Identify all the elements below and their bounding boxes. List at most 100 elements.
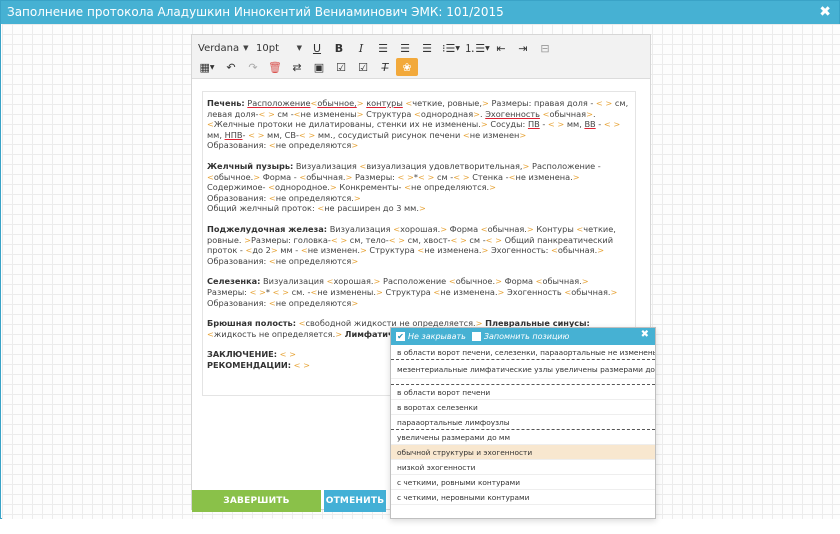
- align-left-icon[interactable]: ☰: [372, 39, 394, 57]
- spleen-title: Селезенка:: [207, 276, 261, 287]
- field[interactable]: не определяются: [276, 140, 352, 150]
- text: *: [265, 286, 271, 297]
- field[interactable]: обычное.: [214, 172, 253, 182]
- finish-button[interactable]: ЗАВЕРШИТЬ ЗАПОЛНЕНИЕ: [192, 490, 321, 528]
- field[interactable]: не изменен.: [308, 245, 360, 255]
- align-right-icon[interactable]: ☰: [416, 39, 438, 57]
- text: Форма: [504, 276, 534, 287]
- field[interactable]: не изменена.: [424, 245, 481, 255]
- image-icon[interactable]: ▣: [308, 58, 330, 76]
- text: не дилатированы, стенки их не изменены.: [295, 119, 481, 130]
- field[interactable]: обычное,: [317, 98, 356, 108]
- toolbar-row-1: Verdana ▼ 10pt ▼ U B I ☰ ☰ ☰ ⁝☰ ▼ ⒈☰ ▼ ⇤ ⇥ ⊟: [194, 38, 556, 58]
- gb-title: Желчный пузырь:: [207, 160, 294, 171]
- close-icon[interactable]: ✖: [641, 329, 649, 340]
- editor-toolbar: Verdana ▼ 10pt ▼ U B I ☰ ☰ ☰ ⁝☰ ▼ ⒈☰ ▼ ⇤ ⇥ ⊟…: [192, 35, 650, 79]
- outdent-icon[interactable]: ⇤: [490, 39, 512, 57]
- text: Расположение: [383, 276, 447, 287]
- text: Конкременты-: [339, 182, 402, 193]
- text: мм: [280, 245, 293, 256]
- text: Структура: [366, 108, 412, 119]
- align-center-icon[interactable]: ☰: [394, 39, 416, 57]
- field[interactable]: обычная.: [488, 224, 527, 234]
- liver-title: Печень:: [207, 98, 245, 108]
- text: Форма: [449, 223, 479, 234]
- text: Желчные протоки: [213, 119, 293, 130]
- list-item[interactable]: с четкими, ровными контурами: [391, 475, 655, 490]
- field[interactable]: хорошая.: [333, 276, 373, 286]
- field[interactable]: обычное.: [456, 276, 495, 286]
- checkbox-icon-2[interactable]: ☑: [352, 58, 374, 76]
- field[interactable]: визуализация удовлетворительная,: [366, 161, 522, 171]
- text: Размеры:: [354, 171, 395, 182]
- field[interactable]: хорошая.: [400, 224, 440, 234]
- delete-icon[interactable]: 🗑: [264, 58, 286, 76]
- undo-icon[interactable]: ↶: [220, 58, 242, 76]
- popup-header: ✔ Не закрывать Запомнить позицию ✖: [391, 328, 655, 345]
- bullet-list-icon[interactable]: ⁝☰ ▼: [438, 39, 464, 57]
- list-item[interactable]: парааортальные лимфоузлы: [391, 415, 655, 430]
- field[interactable]: определяется.: [272, 329, 335, 339]
- text: доля-: [234, 108, 259, 119]
- field[interactable]: обычная.: [306, 172, 345, 182]
- field[interactable]: жидкость не: [214, 329, 269, 339]
- toolbar-row-2: ▦ ▼ ↶ ↷ 🗑 ⇄ ▣ ☑ ☑ T̶ ❀: [194, 57, 418, 77]
- field[interactable]: обычная.: [543, 276, 582, 286]
- list-item[interactable]: в области ворот печени: [391, 385, 655, 400]
- underline-icon[interactable]: U: [306, 39, 328, 57]
- field[interactable]: однородное.: [275, 182, 330, 192]
- list-item[interactable]: увеличены размерами до мм: [391, 430, 655, 445]
- close-icon[interactable]: ✖: [819, 1, 831, 24]
- bold-icon[interactable]: B: [328, 39, 350, 57]
- list-item[interactable]: обычной структуры и эхогенности: [391, 445, 655, 460]
- list-item[interactable]: с четкими, неровными контурами: [391, 490, 655, 505]
- text: Содержимое-: [207, 182, 266, 193]
- remember-position-checkbox[interactable]: [471, 332, 481, 341]
- redo-icon[interactable]: ↷: [242, 58, 264, 76]
- field[interactable]: до 2: [252, 245, 270, 255]
- pancreas-section: Поджелудочная железа: Визуализация <хоро…: [207, 223, 616, 256]
- indent-icon[interactable]: ⇥: [512, 39, 534, 57]
- pancreas-title: Поджелудочная железа:: [207, 223, 328, 234]
- keep-open-checkbox[interactable]: ✔: [396, 332, 405, 341]
- template-icon[interactable]: ❀: [396, 58, 418, 76]
- field[interactable]: не изменены.: [317, 287, 376, 297]
- text: Структура: [385, 286, 431, 297]
- list-item[interactable]: низкой эхогенности: [391, 460, 655, 475]
- field[interactable]: не изменены: [301, 109, 357, 119]
- field[interactable]: обычная: [549, 109, 586, 119]
- chevron-down-icon: ▼: [296, 44, 302, 52]
- text: Эхогенность:: [490, 245, 549, 256]
- field[interactable]: обычная.: [558, 245, 597, 255]
- font-size-select[interactable]: 10pt ▼: [252, 39, 306, 57]
- list-item[interactable]: в воротах селезенки: [391, 400, 655, 415]
- text: Стенка -: [472, 171, 509, 182]
- text: см -: [469, 234, 486, 245]
- checkbox-icon[interactable]: ☑: [330, 58, 352, 76]
- field[interactable]: четкие, ровные,: [412, 98, 482, 108]
- font-family-select[interactable]: Verdana ▼: [194, 39, 252, 57]
- list-item[interactable]: мезентериальные лимфатические узлы увели…: [391, 360, 655, 379]
- text: мм, СВ-: [267, 129, 299, 140]
- field[interactable]: не определяются.: [411, 182, 489, 192]
- field[interactable]: не изменен: [470, 130, 520, 140]
- table-icon[interactable]: ▦ ▼: [194, 58, 220, 76]
- field[interactable]: однородная: [421, 109, 473, 119]
- italic-icon[interactable]: I: [350, 39, 372, 57]
- field[interactable]: не определяются: [276, 256, 352, 266]
- text: Образования:: [207, 297, 267, 308]
- cancel-button[interactable]: ОТМЕНИТЬ: [324, 490, 386, 512]
- font-size-value: 10pt: [256, 42, 279, 54]
- field[interactable]: не расширен до 3 мм.: [324, 203, 419, 213]
- field[interactable]: обычная.: [571, 287, 610, 297]
- text: ПВ: [527, 119, 540, 130]
- field[interactable]: не изменена.: [440, 287, 497, 297]
- field[interactable]: не определяются.: [276, 193, 354, 203]
- numbered-list-icon[interactable]: ⒈☰ ▼: [464, 39, 490, 57]
- list-item[interactable]: в области ворот печени, селезенки, параа…: [391, 345, 655, 360]
- field[interactable]: не изменена.: [515, 172, 572, 182]
- field[interactable]: не определяются: [276, 298, 352, 308]
- page-break-icon[interactable]: ⊟: [534, 39, 556, 57]
- swap-icon[interactable]: ⇄: [286, 58, 308, 76]
- clear-format-icon[interactable]: T̶: [374, 58, 396, 76]
